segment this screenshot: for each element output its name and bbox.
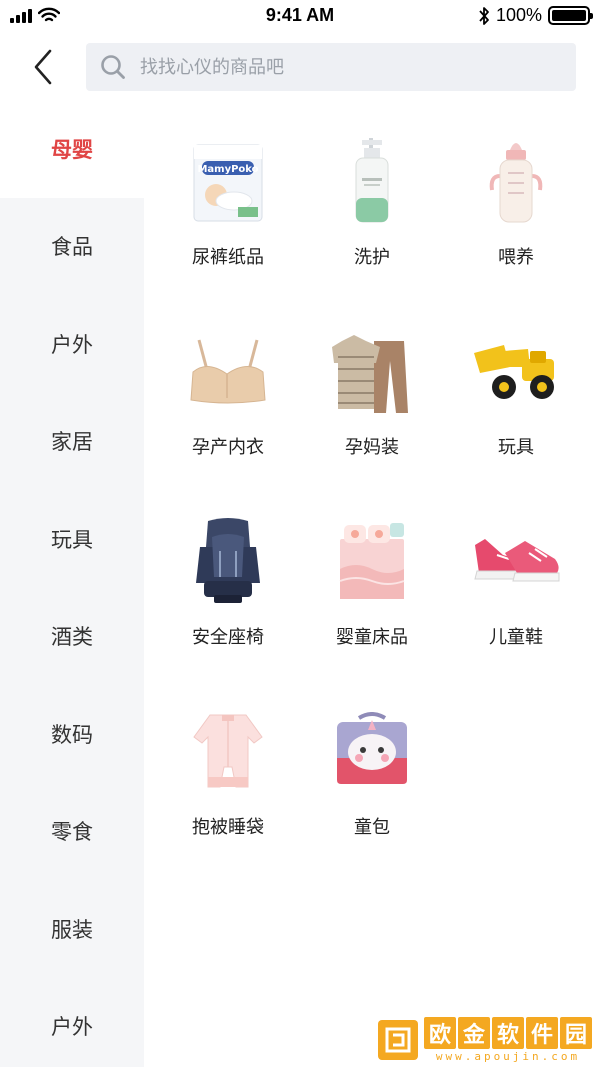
sidebar-item-label: 服装 [51,917,93,942]
watermark-char: 欧 [424,1017,456,1049]
sidebar-item-maternity[interactable]: 母婴 [0,100,144,198]
subcategory-maternity-underwear[interactable]: 孕产内衣 [156,324,300,460]
watermark-char: 件 [526,1017,558,1049]
category-content: MamyPoko 尿裤纸品 洗护 喂养 孕产内衣 孕妈装 玩具 安全座椅 婴童床… [144,100,600,1067]
search-box[interactable] [86,43,576,91]
crib-bedding-icon [324,514,420,610]
subcategory-label: 尿裤纸品 [192,247,264,268]
search-icon [101,55,125,79]
sidebar-item-toys[interactable]: 玩具 [0,490,144,588]
status-bar: 9:41 AM 100% [0,0,600,34]
watermark-char: 园 [560,1017,592,1049]
kids-bag-icon [324,704,420,800]
sidebar-item-apparel[interactable]: 服装 [0,880,144,978]
kids-shoe-icon [468,514,564,610]
maternity-bra-icon [180,324,276,420]
svg-text:MamyPoko: MamyPoko [197,164,258,175]
subcategory-grid: MamyPoko 尿裤纸品 洗护 喂养 孕产内衣 孕妈装 玩具 安全座椅 婴童床… [156,134,588,840]
subcategory-label: 玩具 [498,437,534,458]
subcategory-label: 洗护 [354,247,390,268]
watermark-logo: 欧 金 软 件 园 www.apoujin.com [378,1017,592,1063]
sidebar-item-label: 母婴 [51,137,93,162]
search-input[interactable] [140,56,540,78]
subcategory-label: 孕妈装 [345,437,399,458]
sleeping-bag-icon [180,704,276,800]
subcategory-toys[interactable]: 玩具 [444,324,588,460]
subcategory-sleeping-bag[interactable]: 抱被睡袋 [156,704,300,840]
watermark-mark-icon [378,1020,418,1060]
subcategory-feeding[interactable]: 喂养 [444,134,588,270]
subcategory-diapers[interactable]: MamyPoko 尿裤纸品 [156,134,300,270]
battery-icon [548,6,593,25]
watermark-url: www.apoujin.com [435,1050,581,1063]
subcategory-label: 安全座椅 [192,627,264,648]
subcategory-wash-care[interactable]: 洗护 [300,134,444,270]
maternity-clothes-icon [324,324,420,420]
subcategory-label: 童包 [354,817,390,838]
sidebar-item-liquor[interactable]: 酒类 [0,588,144,686]
sidebar-item-label: 数码 [51,722,93,747]
sidebar-item-outdoor-2[interactable]: 户外 [0,978,144,1067]
subcategory-label: 抱被睡袋 [192,817,264,838]
battery-percent: 100% [495,5,542,25]
subcategory-car-seat[interactable]: 安全座椅 [156,514,300,650]
subcategory-bedding[interactable]: 婴童床品 [300,514,444,650]
sidebar-item-label: 户外 [51,1015,93,1040]
sidebar-item-label: 零食 [51,820,93,845]
car-seat-icon [180,514,276,610]
chevron-left-icon [34,49,52,85]
watermark-char: 金 [458,1017,490,1049]
sidebar-item-label: 玩具 [51,527,93,552]
category-sidebar: 母婴 食品 户外 家居 玩具 酒类 数码 零食 服装 户外 [0,100,144,1067]
subcategory-label: 孕产内衣 [192,437,264,458]
subcategory-kids-shoes[interactable]: 儿童鞋 [444,514,588,650]
subcategory-label: 儿童鞋 [489,627,543,648]
sidebar-item-home[interactable]: 家居 [0,393,144,491]
sidebar-item-outdoor[interactable]: 户外 [0,295,144,393]
watermark-title: 欧 金 软 件 园 [424,1017,592,1049]
sidebar-item-snacks[interactable]: 零食 [0,783,144,881]
baby-bottle-icon [468,134,564,230]
sidebar-item-label: 家居 [51,430,93,455]
top-bar [0,34,600,100]
sidebar-item-label: 户外 [51,332,93,357]
sidebar-item-food[interactable]: 食品 [0,198,144,296]
subcategory-maternity-wear[interactable]: 孕妈装 [300,324,444,460]
back-button[interactable] [28,48,58,86]
diaper-pack-icon: MamyPoko [180,134,276,230]
status-right: 100% [478,5,593,26]
subcategory-kids-bag[interactable]: 童包 [300,704,444,840]
subcategory-label: 婴童床品 [336,627,408,648]
bluetooth-icon [479,6,489,25]
toy-excavator-icon [468,324,564,420]
lotion-bottle-icon [324,134,420,230]
subcategory-label: 喂养 [498,247,534,268]
watermark-text: 欧 金 软 件 园 www.apoujin.com [424,1017,592,1063]
sidebar-item-label: 食品 [51,235,93,260]
sidebar-item-digital[interactable]: 数码 [0,685,144,783]
sidebar-item-label: 酒类 [51,625,93,650]
watermark-char: 软 [492,1017,524,1049]
